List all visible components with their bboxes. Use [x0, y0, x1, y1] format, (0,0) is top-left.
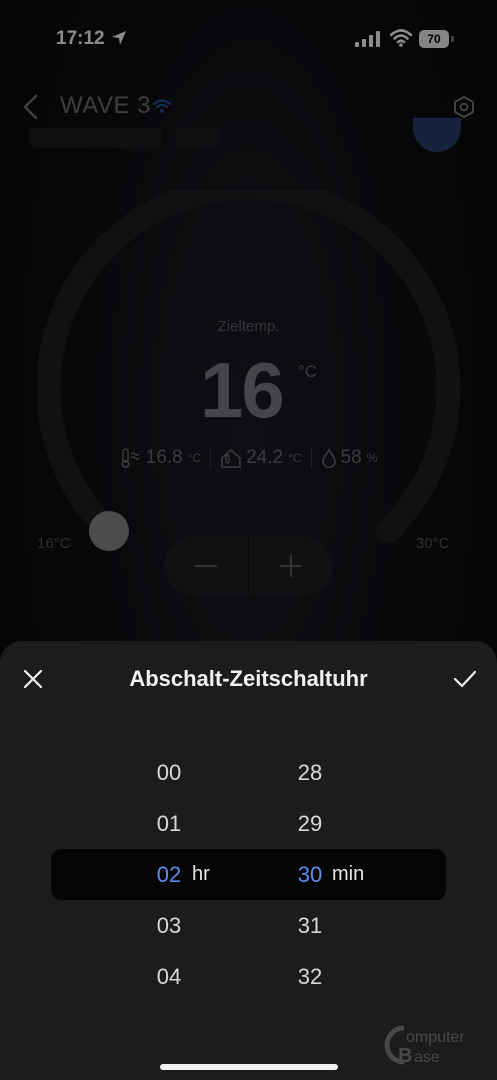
hour-option[interactable]: 00 [139, 760, 199, 786]
computerbase-watermark-logo: omputer ase B [384, 1025, 465, 1067]
hour-unit-label: hr [192, 863, 210, 885]
svg-text:B: B [398, 1045, 412, 1067]
minute-option[interactable]: 29 [280, 811, 340, 837]
minute-option[interactable]: 31 [280, 913, 340, 939]
picker-selection-highlight [51, 849, 446, 900]
home-indicator[interactable] [160, 1064, 338, 1070]
hour-option-selected[interactable]: 02 [139, 862, 199, 888]
hour-option[interactable]: 04 [139, 964, 199, 990]
svg-text:omputer: omputer [406, 1029, 465, 1046]
minute-unit-label: min [332, 863, 365, 885]
minute-option-selected[interactable]: 30 [280, 862, 340, 888]
checkmark-icon[interactable] [453, 669, 477, 689]
minute-option[interactable]: 28 [280, 760, 340, 786]
hour-option[interactable]: 03 [139, 913, 199, 939]
hour-option[interactable]: 01 [139, 811, 199, 837]
sheet-title: Abschalt-Zeitschaltuhr [129, 666, 368, 691]
minute-option[interactable]: 32 [280, 964, 340, 990]
svg-text:ase: ase [414, 1049, 440, 1066]
